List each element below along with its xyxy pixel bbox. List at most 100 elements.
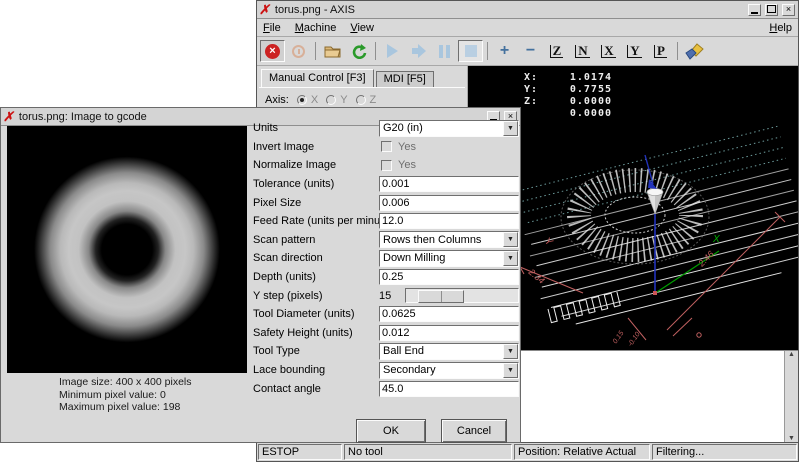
row-invert-image: Invert Image Yes [253, 138, 519, 157]
comb-toolpath [548, 292, 620, 323]
minimize-button[interactable] [748, 4, 761, 16]
close-button[interactable]: × [782, 4, 795, 16]
axis-z-radio[interactable] [356, 95, 366, 105]
lace-bounding-select[interactable]: Secondary ▼ [379, 362, 519, 379]
status-tool: No tool [344, 444, 512, 460]
stop-button[interactable] [458, 40, 483, 62]
menu-view[interactable]: View [350, 22, 374, 34]
vertical-scrollbar[interactable]: ▲ ▼ [784, 351, 798, 442]
tolerance-input[interactable] [379, 176, 519, 192]
menu-machine[interactable]: Machine [295, 22, 337, 34]
origin-marker [653, 291, 657, 295]
pause-icon [439, 45, 450, 58]
estop-button[interactable]: × [260, 40, 285, 62]
menu-file[interactable]: File [263, 22, 281, 34]
y-step-slider[interactable] [405, 288, 519, 303]
view-x-icon: X [601, 45, 615, 58]
max-pixel-text: Maximum pixel value: 198 [59, 401, 192, 414]
units-select[interactable]: G20 (in) ▼ [379, 120, 519, 137]
tool-diameter-input[interactable] [379, 306, 519, 322]
axis-x-radio[interactable] [297, 95, 307, 105]
open-file-button[interactable] [320, 40, 345, 62]
dro-readout: X:1.0174 Y:0.7755 Z:0.0000 0.0000 [524, 72, 612, 120]
toolbar: × + − Z N X Y P [257, 37, 798, 66]
axis-y-radio[interactable] [326, 95, 336, 105]
pixel-size-input[interactable] [379, 195, 519, 211]
tab-mdi[interactable]: MDI [F5] [376, 71, 434, 87]
machine-power-button[interactable] [286, 40, 311, 62]
depth-input[interactable] [379, 269, 519, 285]
ok-button[interactable]: OK [356, 419, 426, 443]
row-tolerance: Tolerance (units) [253, 175, 519, 194]
view-z-button[interactable]: Z [544, 40, 569, 62]
dimension-labels: 2.34 2.46 0.15 -0.10 [526, 249, 716, 348]
y-step-value: 15 [379, 290, 405, 302]
scroll-up-icon[interactable]: ▲ [788, 351, 795, 358]
scan-direction-select[interactable]: Down Milling ▼ [379, 250, 519, 267]
row-normalize-image: Normalize Image Yes [253, 156, 519, 175]
origin-label-1: 0.15 [612, 330, 626, 345]
tab-manual-control[interactable]: Manual Control [F3] [261, 69, 374, 87]
scan-pattern-select[interactable]: Rows then Columns ▼ [379, 231, 519, 248]
chevron-down-icon: ▼ [503, 251, 518, 266]
zoom-in-button[interactable]: + [492, 40, 517, 62]
row-feed-rate: Feed Rate (units per minute) [253, 212, 519, 231]
status-filtering: Filtering... [652, 444, 797, 460]
view-perspective-icon: P [654, 45, 667, 58]
scroll-down-icon[interactable]: ▼ [788, 435, 795, 442]
dro-z-value: 0.0000 [550, 96, 612, 108]
gcode-options-form: Units G20 (in) ▼ Invert Image Yes Normal… [253, 119, 519, 398]
clear-plot-button[interactable] [682, 40, 707, 62]
clear-plot-icon [685, 43, 704, 60]
dro-vel-value: 0.0000 [550, 108, 612, 120]
image-size-text: Image size: 400 x 400 pixels [59, 376, 192, 389]
row-tool-diameter: Tool Diameter (units) [253, 305, 519, 324]
run-button[interactable] [380, 40, 405, 62]
view-perspective-button[interactable]: P [648, 40, 673, 62]
axis-x-logo-icon: ✗ [259, 3, 273, 16]
view-y-icon: Y [627, 45, 641, 58]
invert-image-checkbox[interactable] [381, 141, 392, 152]
raster-rows [514, 126, 798, 331]
view-y-button[interactable]: Y [622, 40, 647, 62]
row-lace-bounding: Lace bounding Secondary ▼ [253, 361, 519, 380]
estop-icon: × [265, 44, 280, 59]
dro-y-value: 0.7755 [550, 84, 612, 96]
menu-help[interactable]: Help [769, 22, 792, 34]
axis-y-label: Y [340, 94, 347, 106]
reload-button[interactable] [346, 40, 371, 62]
zoom-out-button[interactable]: − [518, 40, 543, 62]
row-depth: Depth (units) [253, 268, 519, 287]
slider-handle[interactable] [418, 290, 464, 303]
menubar: File Machine View Help [257, 19, 798, 37]
row-pixel-size: Pixel Size [253, 193, 519, 212]
axis-x-glyph: X [712, 234, 720, 245]
chevron-down-icon: ▼ [503, 121, 518, 136]
row-scan-direction: Scan direction Down Milling ▼ [253, 249, 519, 268]
dim-right-label: 2.46 [696, 249, 716, 269]
feed-rate-input[interactable] [379, 213, 519, 229]
axis-y-glyph: Y [542, 236, 555, 250]
tool-type-select[interactable]: Ball End ▼ [379, 343, 519, 360]
step-button[interactable] [406, 40, 431, 62]
image-to-gcode-dialog: ✗ torus.png: Image to gcode × Image size… [0, 107, 521, 443]
dim-left-label: 2.34 [526, 266, 547, 286]
chevron-down-icon: ▼ [503, 363, 518, 378]
axis-titlebar[interactable]: ✗ torus.png - AXIS × [257, 1, 798, 19]
torus-image-preview [7, 126, 247, 373]
view-z2-button[interactable]: N [570, 40, 595, 62]
cancel-button[interactable]: Cancel [441, 419, 507, 443]
screen: ✗ torus.png - AXIS × File Machine View H… [0, 0, 800, 466]
maximize-button[interactable] [765, 4, 778, 16]
view-x-button[interactable]: X [596, 40, 621, 62]
run-icon [387, 44, 398, 58]
normalize-image-checkbox[interactable] [381, 160, 392, 171]
safety-height-input[interactable] [379, 325, 519, 341]
status-position: Position: Relative Actual [514, 444, 650, 460]
contact-angle-input[interactable] [379, 381, 519, 397]
reload-icon [351, 43, 367, 59]
min-pixel-text: Minimum pixel value: 0 [59, 389, 192, 402]
pause-button[interactable] [432, 40, 457, 62]
zoom-in-icon: + [500, 44, 509, 58]
image-info: Image size: 400 x 400 pixels Minimum pix… [59, 376, 192, 414]
